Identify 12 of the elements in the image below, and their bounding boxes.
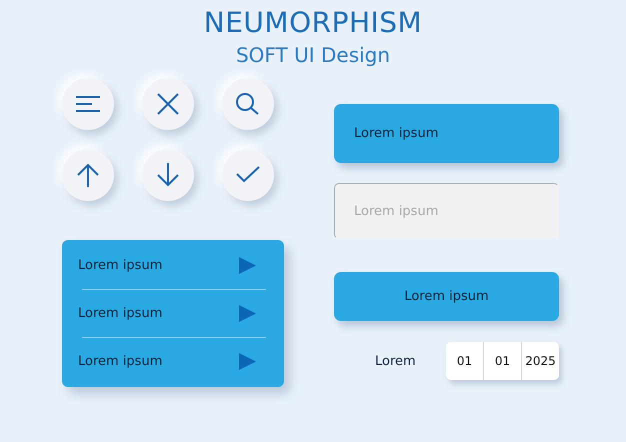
- year-field[interactable]: 2025: [521, 342, 559, 380]
- list-item[interactable]: Lorem ipsum: [78, 354, 162, 369]
- list-item[interactable]: Lorem ipsum: [78, 306, 162, 321]
- list-item[interactable]: Lorem ipsum: [78, 258, 162, 273]
- centered-button[interactable]: Lorem ipsum: [334, 272, 559, 321]
- primary-button[interactable]: Lorem ipsum: [334, 104, 559, 163]
- date-label: Lorem: [374, 354, 417, 368]
- day-field[interactable]: 01: [446, 342, 483, 380]
- page-subtitle: SOFT UI Design: [236, 42, 390, 68]
- input-field[interactable]: Lorem ipsum: [334, 183, 559, 239]
- page-title: NEUMORPHISM: [204, 6, 422, 40]
- month-field[interactable]: 01: [483, 342, 521, 380]
